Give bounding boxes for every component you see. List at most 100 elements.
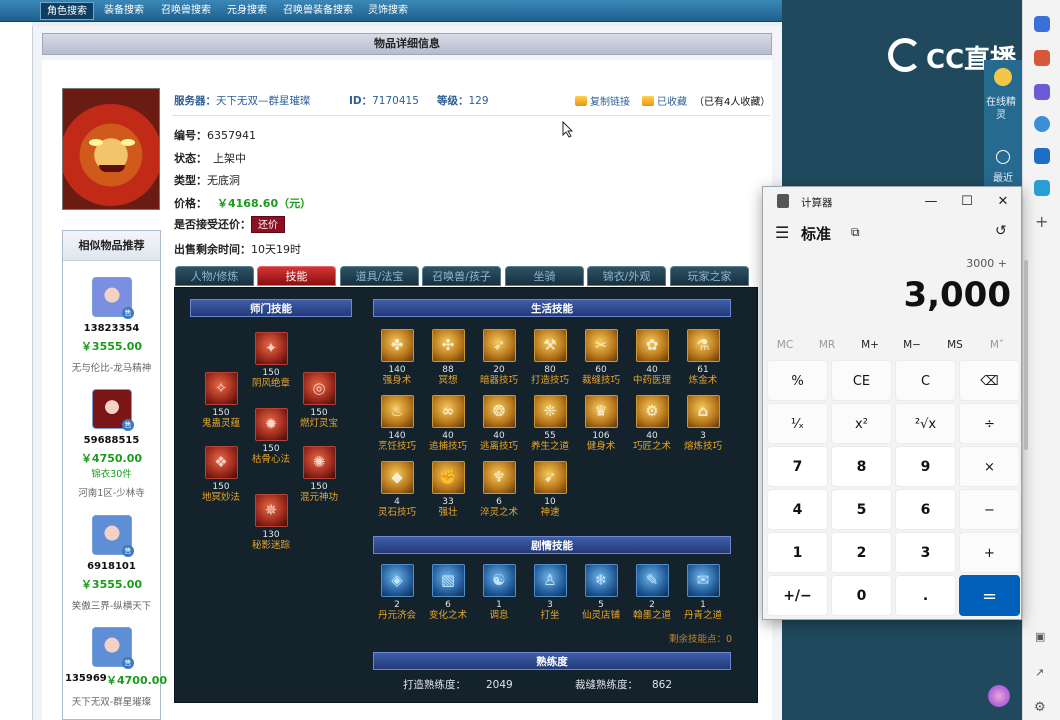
add-icon[interactable]: + [1035,212,1048,231]
divide-key[interactable]: ÷ [959,403,1020,444]
digit-5-key[interactable]: 5 [831,489,892,530]
nav-tab-yuanshen-search[interactable]: 元身搜索 [221,2,273,20]
plot-skill-icon: ☯ [482,564,516,597]
close-button[interactable]: ✕ [985,189,1021,215]
similar-item-4-image[interactable]: 售 [92,627,134,669]
plot-skill-7-name: 丹青之道 [683,610,722,621]
digit-8-key[interactable]: 8 [831,446,892,487]
digit-3-key[interactable]: 3 [895,532,956,573]
sprite-avatar-icon[interactable] [994,68,1012,86]
history-icon[interactable]: ↺ [995,223,1007,239]
hamburger-menu-icon[interactable]: ☰ [775,223,789,242]
add-key[interactable]: + [959,532,1020,573]
skill-glyph: ◎ [312,379,326,397]
nav-tab-equipment-search[interactable]: 装备搜索 [98,2,150,20]
favorite-label: 已收藏 [657,97,687,108]
plot-skill-7[interactable]: ✉ 1 丹青之道 [671,564,735,622]
school-skill-7-level: 130 [262,530,280,540]
memory-store-button[interactable]: MS [935,339,975,351]
memory-subtract-button[interactable]: M− [892,339,932,351]
square-key[interactable]: x² [831,403,892,444]
clear-key[interactable]: C [895,360,956,401]
assistant-brain-icon[interactable] [988,685,1010,707]
digit-2-key[interactable]: 2 [831,532,892,573]
skill-glyph: ❂ [492,402,506,420]
toolbox-icon[interactable] [1034,50,1050,66]
tab-summons-children[interactable]: 召唤兽/孩子 [422,266,501,286]
life-skill-7[interactable]: ⚗ 61 炼金术 [671,329,735,387]
tab-skills[interactable]: 技能 [257,266,336,286]
multiply-key[interactable]: × [959,446,1020,487]
life-skill-7-level: 61 [697,365,709,375]
clear-entry-key[interactable]: CE [831,360,892,401]
keep-on-top-icon[interactable]: ⧉ [851,225,860,240]
online-sprite-label[interactable]: 在线精灵 [984,96,1018,122]
equals-key[interactable]: = [959,575,1020,616]
avatar-eye-right [121,139,135,146]
similar-item-1-image[interactable]: 售 [92,277,134,319]
digit-0-key[interactable]: 0 [831,575,892,616]
memory-list-button[interactable]: M˅ [977,339,1017,351]
similar-item-1-server[interactable]: 无与伦比-龙马精神 [63,360,160,374]
backspace-key[interactable]: ⌫ [959,360,1020,401]
subtract-key[interactable]: − [959,489,1020,530]
for-sale-badge: 售 [122,307,134,319]
digit-6-key[interactable]: 6 [895,489,956,530]
percent-key[interactable]: % [767,360,828,401]
similar-item-3-server[interactable]: 笑傲三界-纵横天下 [63,598,160,612]
similar-item-2-server[interactable]: 河南1区-少林寺 [63,485,160,499]
open-external-icon[interactable]: ↗ [1035,666,1044,679]
digit-1-key[interactable]: 1 [767,532,828,573]
outlook-icon[interactable] [1034,148,1050,164]
memory-add-button[interactable]: M+ [850,339,890,351]
similar-item-4-server[interactable]: 天下无双-群星璀璨 [63,694,160,708]
tab-outfits[interactable]: 锦衣/外观 [587,266,666,286]
screenshot-icon[interactable]: ▣ [1035,630,1045,643]
copy-link-button[interactable]: 复制链接 [575,93,630,108]
digit-4-key[interactable]: 4 [767,489,828,530]
people-icon[interactable] [1034,84,1050,100]
life-skill-18[interactable]: ➹ 10 神速 [518,461,582,519]
skill-glyph: ✵ [264,501,278,519]
nav-tab-summon-search[interactable]: 召唤兽搜索 [155,2,217,20]
status-row: 状态： 上架中 [174,150,246,166]
similar-item-3-image[interactable]: 售 [92,515,134,557]
maximize-button[interactable]: ☐ [949,189,985,215]
tab-mounts[interactable]: 坐骑 [505,266,584,286]
plot-skill-icon: ♙ [533,564,567,597]
cc-logo-mark [888,38,922,72]
settings-icon[interactable]: ⚙ [1034,700,1046,715]
square-root-key[interactable]: ²√x [895,403,956,444]
similar-item-2-image[interactable]: 售 [92,389,134,431]
negate-key[interactable]: +/− [767,575,828,616]
school-skill-7[interactable]: ✵ 130 秘影迷踪 [239,494,303,552]
skill-glyph: ✎ [645,571,659,589]
recent-clock-icon[interactable] [996,150,1010,164]
memory-clear-button[interactable]: MC [765,339,805,351]
calculator-title: 计算器 [801,197,833,209]
tag-icon[interactable] [1034,16,1050,32]
minimize-button[interactable]: — [913,189,949,215]
tab-character-cultivation[interactable]: 人物/修炼 [175,266,254,286]
skill-glyph: ◆ [391,468,403,486]
nav-tab-ornament-search[interactable]: 灵饰搜索 [362,2,414,20]
send-icon[interactable] [1034,180,1050,196]
recent-label[interactable]: 最近 [984,172,1022,185]
decimal-key[interactable]: . [895,575,956,616]
reciprocal-key[interactable]: ¹⁄ₓ [767,403,828,444]
nav-tab-summon-equip-search[interactable]: 召唤兽装备搜索 [277,2,359,20]
digit-7-key[interactable]: 7 [767,446,828,487]
bargain-button[interactable]: 还价 [251,216,285,233]
digit-9-key[interactable]: 9 [895,446,956,487]
tab-player-home[interactable]: 玩家之家 [670,266,749,286]
similar-item-1-price: ￥3555.00 [80,340,143,353]
copilot-icon[interactable] [1034,116,1050,132]
side-panel-scrollbar[interactable] [1024,260,1028,450]
nav-tab-role-search[interactable]: 角色搜索 [40,2,94,20]
tab-items-treasures[interactable]: 道具/法宝 [340,266,419,286]
life-skill-icon: ⌂ [686,395,720,428]
memory-recall-button[interactable]: MR [807,339,847,351]
favorite-button[interactable]: 已收藏 [642,93,687,108]
skill-glyph: ✉ [696,571,710,589]
life-skill-14[interactable]: ⌂ 3 熔炼技巧 [671,395,735,453]
